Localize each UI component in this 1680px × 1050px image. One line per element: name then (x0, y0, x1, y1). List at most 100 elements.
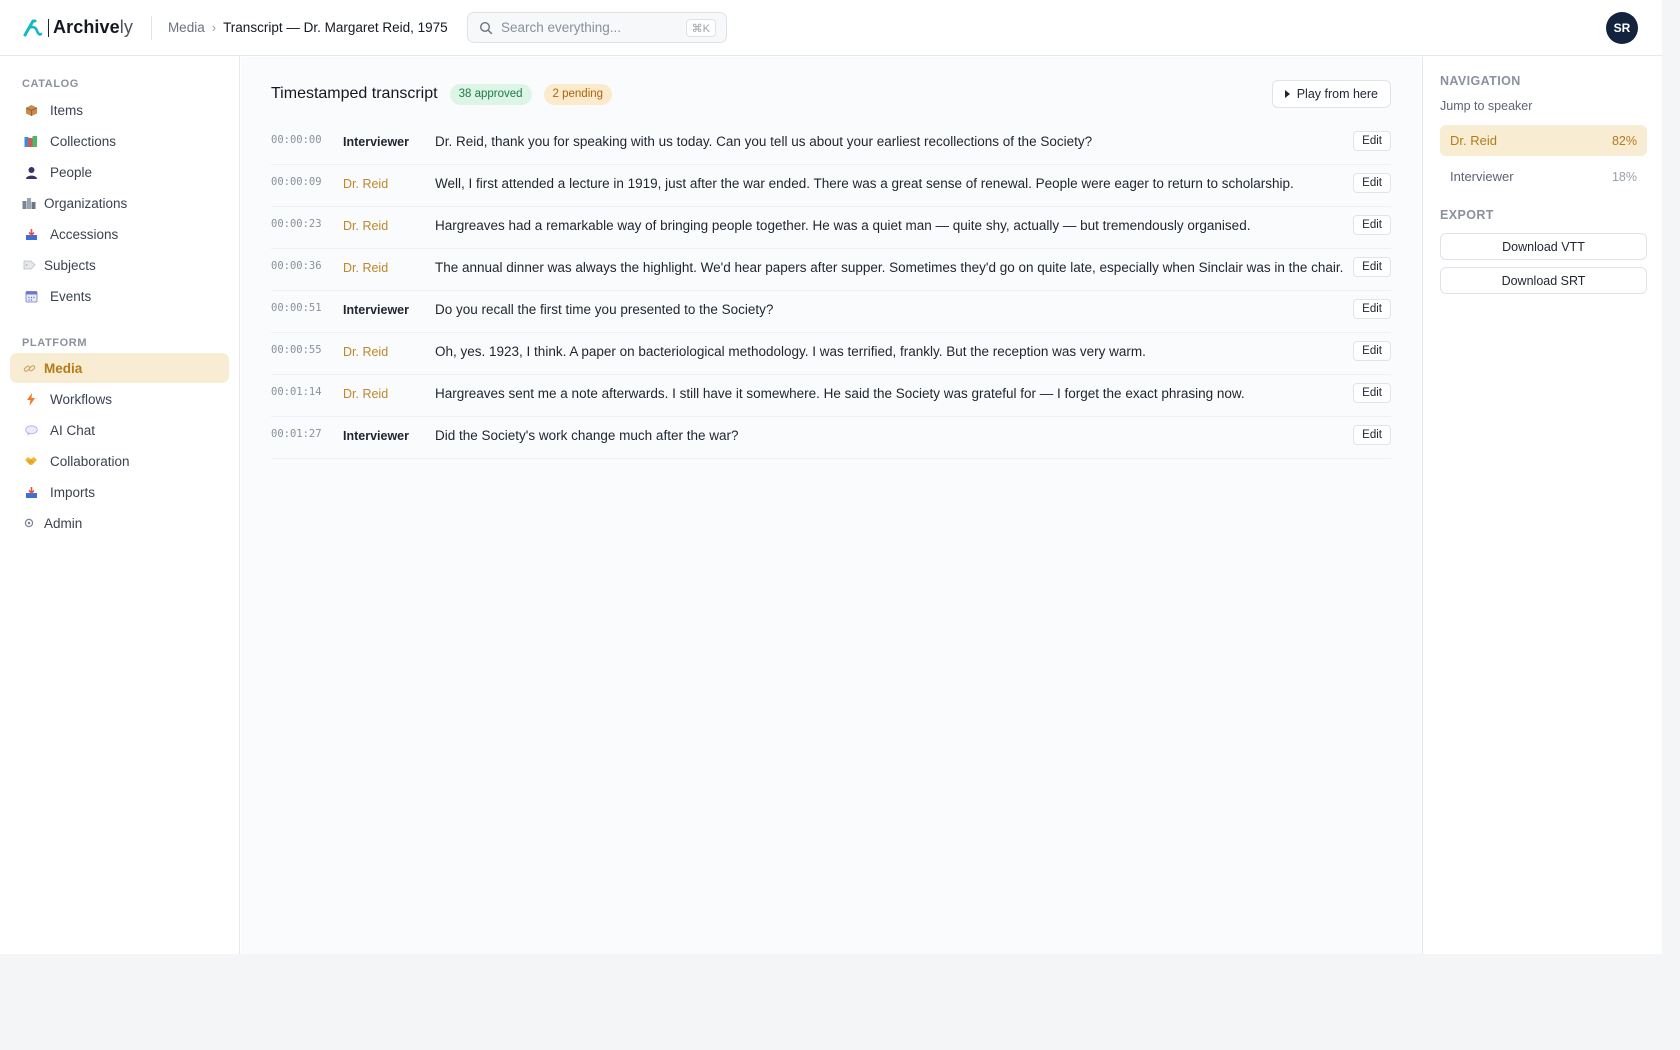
sidebar-item-workflows[interactable]: Workflows (10, 384, 229, 414)
sidebar-item-items[interactable]: Items (10, 95, 229, 125)
transcript-header: Timestamped transcript 38 approved 2 pen… (271, 79, 1391, 109)
logo-separator (48, 18, 49, 37)
sidebar-item-label: Collaboration (50, 453, 130, 469)
row-text: Dr. Reid, thank you for speaking with us… (435, 134, 1093, 149)
edit-button[interactable]: Edit (1353, 257, 1391, 277)
main-content: Timestamped transcript 38 approved 2 pen… (241, 57, 1421, 954)
sidebar-item-label: Subjects (44, 257, 96, 273)
navigation-heading: NAVIGATION (1440, 74, 1521, 88)
transcript-row: 00:00:36 Dr. Reid The annual dinner was … (271, 249, 1391, 291)
sidebar-item-admin[interactable]: Admin (10, 508, 229, 538)
edit-button[interactable]: Edit (1353, 299, 1391, 319)
building-icon (22, 196, 36, 210)
row-speaker: Dr. Reid (343, 219, 389, 233)
sidebar-item-events[interactable]: Events (10, 281, 229, 311)
books-icon (24, 134, 38, 148)
sidebar-item-label: Organizations (44, 195, 128, 211)
navigation-panel: NAVIGATION Jump to speaker Dr. Reid 82% … (1422, 57, 1662, 954)
transcript-row: 00:00:23 Dr. Reid Hargreaves had a remar… (271, 207, 1391, 249)
speaker-jump-dr-reid[interactable]: Dr. Reid 82% (1440, 125, 1647, 156)
row-speaker: Dr. Reid (343, 261, 389, 275)
handshake-icon (24, 454, 38, 468)
sidebar-item-media[interactable]: Media (10, 353, 229, 383)
tag-icon (22, 258, 36, 272)
search-input[interactable] (501, 20, 681, 35)
edit-button[interactable]: Edit (1353, 341, 1391, 361)
sidebar-item-label: Media (44, 360, 83, 376)
sidebar-item-collections[interactable]: Collections (10, 126, 229, 156)
row-text: Did the Society's work change much after… (435, 428, 739, 443)
sidebar-item-ai-chat[interactable]: AI Chat (10, 415, 229, 445)
row-timestamp[interactable]: 00:00:51 (271, 291, 343, 314)
breadcrumb-media[interactable]: Media (168, 20, 205, 35)
speaker-name: Dr. Reid (1450, 133, 1497, 148)
speech-bubble-icon (24, 423, 38, 437)
sidebar-item-label: People (50, 164, 93, 180)
row-timestamp[interactable]: 00:01:14 (271, 375, 343, 398)
sidebar-item-label: Items (50, 102, 84, 118)
row-text: Hargreaves sent me a note afterwards. I … (435, 386, 1245, 401)
platform-section-label: PLATFORM (22, 337, 88, 349)
play-from-here-button[interactable]: Play from here (1271, 80, 1391, 108)
sidebar-item-label: Accessions (50, 226, 119, 242)
transcript-rows: 00:00:00 Interviewer Dr. Reid, thank you… (271, 123, 1391, 459)
row-timestamp[interactable]: 00:00:23 (271, 207, 343, 230)
app-name-bold: Archive (53, 17, 120, 37)
transcript-panel: Timestamped transcript 38 approved 2 pen… (271, 79, 1391, 459)
row-speaker: Dr. Reid (343, 177, 389, 191)
export-heading: EXPORT (1440, 208, 1494, 222)
lightning-icon (24, 392, 38, 406)
sidebar: CATALOG Items Collections People Organiz… (0, 56, 240, 954)
speaker-name: Interviewer (1450, 169, 1514, 184)
transcript-row: 00:00:55 Dr. Reid Oh, yes. 1923, I think… (271, 333, 1391, 375)
edit-button[interactable]: Edit (1353, 173, 1391, 193)
row-speaker: Interviewer (343, 135, 410, 149)
row-timestamp[interactable]: 00:00:09 (271, 165, 343, 188)
speaker-jump-interviewer[interactable]: Interviewer 18% (1440, 161, 1647, 192)
pending-badge: 2 pending (543, 83, 613, 105)
breadcrumb-current: Transcript — Dr. Margaret Reid, 1975 (223, 20, 448, 35)
speaker-percent: 18% (1611, 169, 1637, 184)
speaker-percent: 82% (1611, 133, 1637, 148)
search-shortcut: ⌘K (685, 19, 716, 37)
box-icon (24, 103, 38, 117)
sidebar-item-collaboration[interactable]: Collaboration (10, 446, 229, 476)
transcript-title: Timestamped transcript (271, 85, 438, 102)
approved-badge: 38 approved (449, 83, 532, 105)
row-text: Hargreaves had a remarkable way of bring… (435, 218, 1251, 233)
transcript-row: 00:01:27 Interviewer Did the Society's w… (271, 417, 1391, 459)
transcript-row: 00:00:00 Interviewer Dr. Reid, thank you… (271, 123, 1391, 165)
user-avatar[interactable]: SR (1606, 12, 1638, 44)
row-timestamp[interactable]: 00:00:00 (271, 123, 343, 146)
row-text: The annual dinner was always the highlig… (435, 260, 1344, 275)
inbox-tray-icon (24, 485, 38, 499)
sidebar-item-imports[interactable]: Imports (10, 477, 229, 507)
breadcrumb: Media › Transcript — Dr. Margaret Reid, … (168, 20, 448, 35)
app-window: Archively Media › Transcript — Dr. Marga… (0, 0, 1662, 954)
row-text: Oh, yes. 1923, I think. A paper on bacte… (435, 344, 1146, 359)
play-icon (1284, 90, 1290, 98)
sidebar-item-label: Imports (50, 484, 96, 500)
sidebar-item-label: Admin (44, 515, 83, 531)
download-vtt-button[interactable]: Download VTT (1440, 233, 1647, 260)
row-timestamp[interactable]: 00:01:27 (271, 417, 343, 440)
edit-button[interactable]: Edit (1353, 425, 1391, 445)
app-name: Archively (53, 17, 133, 38)
sidebar-item-people[interactable]: People (10, 157, 229, 187)
edit-button[interactable]: Edit (1353, 131, 1391, 151)
header-divider (150, 15, 152, 40)
sidebar-item-accessions[interactable]: Accessions (10, 219, 229, 249)
row-speaker: Dr. Reid (343, 387, 389, 401)
search-box[interactable]: ⌘K (467, 12, 727, 43)
transcript-row: 00:00:51 Interviewer Do you recall the f… (271, 291, 1391, 333)
jump-to-speaker-label: Jump to speaker (1440, 99, 1533, 113)
row-timestamp[interactable]: 00:00:36 (271, 249, 343, 272)
sidebar-item-subjects[interactable]: Subjects (10, 250, 229, 280)
app-logo[interactable]: Archively (22, 0, 133, 56)
sidebar-item-organizations[interactable]: Organizations (10, 188, 229, 218)
catalog-section-label: CATALOG (22, 78, 79, 90)
edit-button[interactable]: Edit (1353, 383, 1391, 403)
edit-button[interactable]: Edit (1353, 215, 1391, 235)
row-timestamp[interactable]: 00:00:55 (271, 333, 343, 356)
download-srt-button[interactable]: Download SRT (1440, 267, 1647, 294)
